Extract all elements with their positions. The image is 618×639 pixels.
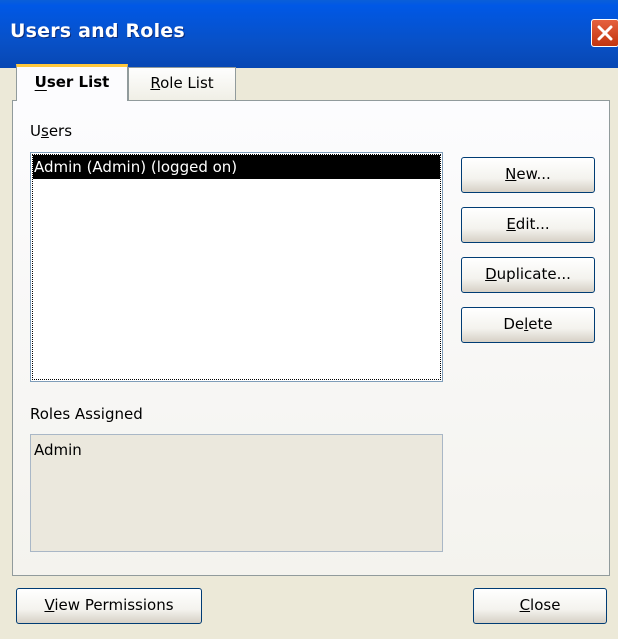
focus-rect bbox=[32, 154, 441, 380]
tab-user-list-accel: U bbox=[34, 73, 47, 91]
tab-role-list-label: ole List bbox=[160, 74, 214, 92]
users-label: Users bbox=[30, 122, 73, 140]
role-list-item: Admin bbox=[34, 441, 82, 459]
tab-user-list[interactable]: User List bbox=[16, 64, 128, 101]
tab-role-list-accel: R bbox=[150, 74, 161, 92]
tab-user-list-label: ser List bbox=[46, 73, 110, 91]
users-listbox[interactable]: Admin (Admin) (logged on) bbox=[30, 152, 443, 382]
new-button[interactable]: New... bbox=[461, 157, 595, 193]
window-title: Users and Roles bbox=[10, 20, 185, 42]
user-list-item[interactable]: Admin (Admin) (logged on) bbox=[33, 155, 440, 179]
roles-assigned-list: Admin bbox=[30, 434, 443, 552]
delete-button[interactable]: Delete bbox=[461, 307, 595, 343]
edit-button[interactable]: Edit... bbox=[461, 207, 595, 243]
close-button[interactable]: Close bbox=[473, 588, 607, 624]
roles-assigned-label: Roles Assigned bbox=[30, 405, 143, 423]
tab-role-list[interactable]: Role List bbox=[128, 67, 236, 100]
view-permissions-button[interactable]: View Permissions bbox=[16, 588, 202, 624]
window-close-button[interactable] bbox=[591, 19, 618, 47]
duplicate-button[interactable]: Duplicate... bbox=[461, 257, 595, 293]
title-bar: Users and Roles bbox=[0, 0, 618, 68]
close-icon bbox=[597, 25, 613, 41]
